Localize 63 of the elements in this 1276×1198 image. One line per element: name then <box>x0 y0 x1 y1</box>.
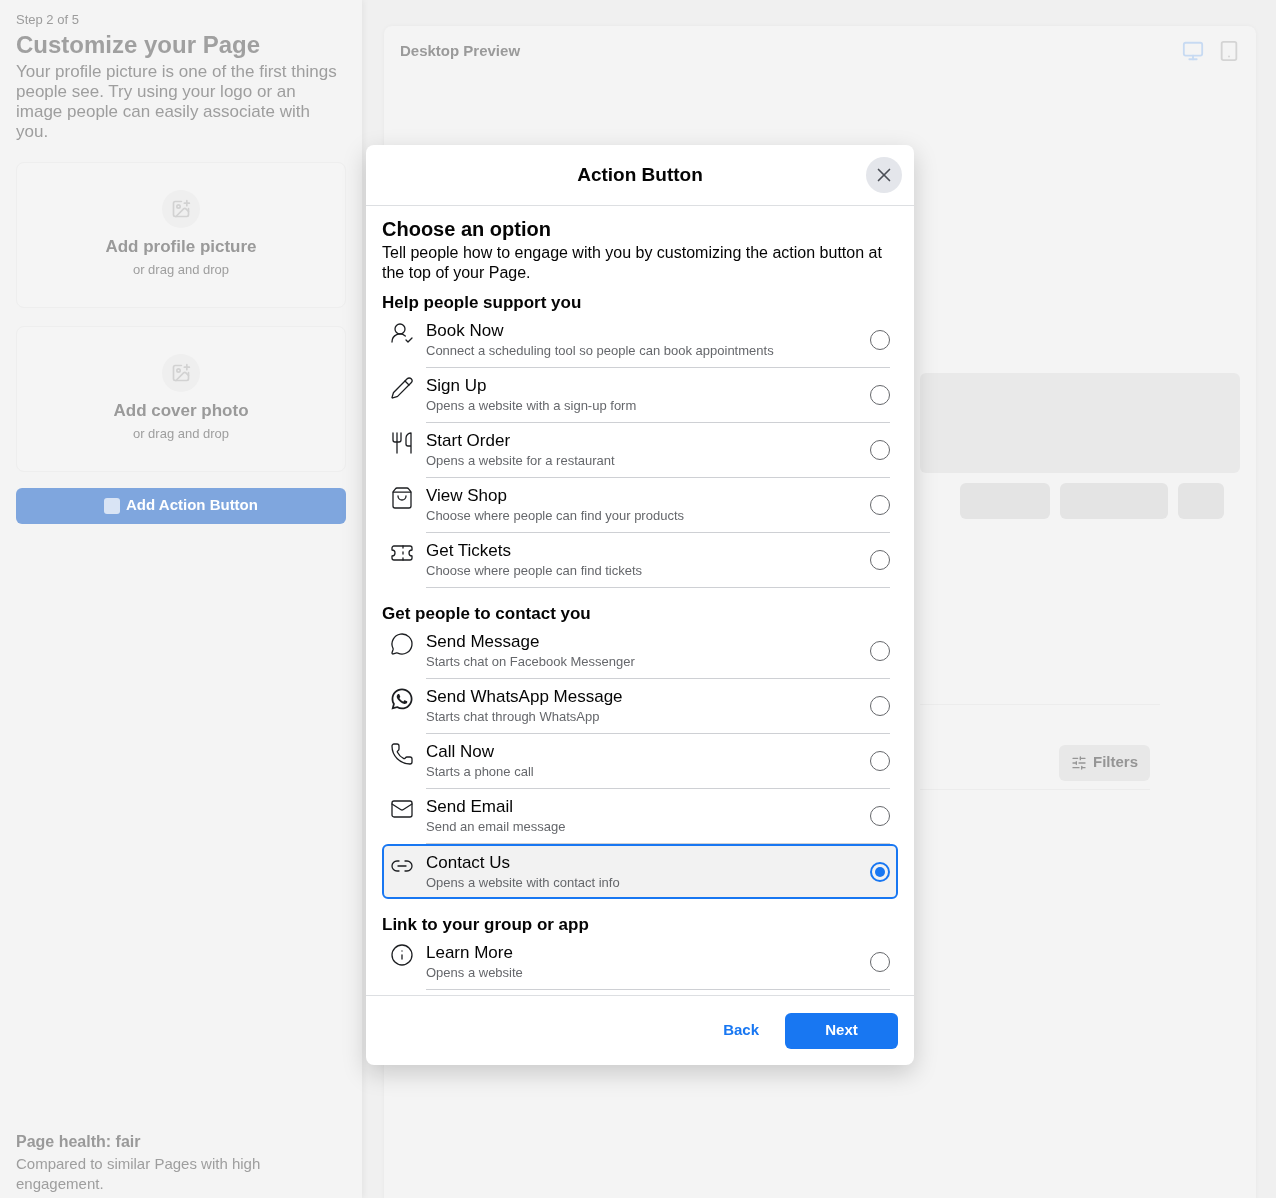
add-image-icon <box>162 190 200 228</box>
next-button[interactable]: Next <box>785 1012 898 1049</box>
option-title: Send Message <box>426 631 541 653</box>
option-row[interactable]: Send WhatsApp Message Starts chat through WhatsApp <box>382 679 898 734</box>
option-title: View Shop <box>426 485 508 507</box>
option-title: Learn More <box>426 942 514 964</box>
option-row[interactable]: Sign Up Opens a website with a sign-up form <box>382 368 898 423</box>
option-subtitle: Send an email message <box>426 818 567 836</box>
option-subtitle: Choose where people can find tickets <box>426 562 644 580</box>
option-title: Send Email <box>426 796 514 818</box>
fork-knife-icon <box>390 431 414 455</box>
option-subtitle: Opens a website with a sign-up form <box>426 397 638 415</box>
envelope-icon <box>390 797 414 821</box>
phone-icon <box>390 742 414 766</box>
option-row[interactable]: View Shop Choose where people can find your products <box>382 478 898 533</box>
info-icon <box>390 943 414 967</box>
option-title: Book Now <box>426 320 505 342</box>
upload-label: Add profile picture <box>105 236 257 258</box>
section-title: Get people to contact you <box>382 604 592 624</box>
close-button[interactable] <box>866 157 902 193</box>
option-row[interactable]: Send Message Starts chat on Facebook Messenger <box>382 624 898 679</box>
dialog-title: Action Button <box>577 162 703 187</box>
option-title: Sign Up <box>426 375 488 397</box>
option-row[interactable]: Start Order Opens a website for a restaurant <box>382 423 898 478</box>
section-title: Help people support you <box>382 293 583 313</box>
upload-hint: or drag and drop <box>132 424 230 443</box>
option-title: Contact Us <box>426 851 512 874</box>
chat-bubble-icon <box>390 632 414 656</box>
step-label: Step 2 of 5 <box>16 11 80 29</box>
option-title: Call Now <box>426 741 496 763</box>
radio-button[interactable] <box>870 861 890 882</box>
option-subtitle: Starts chat on Facebook Messenger <box>426 653 636 671</box>
whatsapp-icon <box>390 687 414 711</box>
health-description: Compared to similar Pages with high engagement. <box>16 1154 262 1194</box>
option-title: Start Order <box>426 430 512 452</box>
option-subtitle: Choose where people can find your products <box>426 507 685 525</box>
option-title: Send WhatsApp Message <box>426 686 624 708</box>
upload-hint: or drag and drop <box>132 260 230 279</box>
option-title: Get Tickets <box>426 540 513 562</box>
sliders-icon <box>1071 754 1087 771</box>
description-text: Your profile picture is one of the first things people see. Try using your logo or an image people can easily associate with you. <box>16 61 338 142</box>
option-row[interactable]: Get Tickets Choose where people can find tickets <box>382 533 898 588</box>
option-subtitle: Starts chat through WhatsApp <box>426 708 601 726</box>
option-subtitle: Connect a scheduling tool so people can book appointments <box>426 342 775 360</box>
preview-title: Desktop Preview <box>400 41 521 61</box>
add-image-icon <box>162 354 200 392</box>
section-title: Link to your group or app <box>382 915 590 935</box>
dialog-description: Tell people how to engage with you by customizing the action button at the top of your Page. <box>382 243 883 283</box>
page-title: Customize your Page <box>16 29 262 60</box>
shopping-bag-icon <box>390 486 414 510</box>
option-row[interactable]: Call Now Starts a phone call <box>382 734 898 789</box>
health-title: Page health: fair <box>16 1132 142 1152</box>
option-subtitle: Starts a phone call <box>426 763 535 781</box>
option-subtitle: Opens a website <box>426 964 524 982</box>
option-row[interactable]: Book Now Connect a scheduling tool so people can book appointments <box>382 313 898 368</box>
option-row[interactable]: Contact Us Opens a website with contact info <box>382 844 898 899</box>
option-row[interactable]: Learn More Opens a website <box>382 935 898 990</box>
dialog-heading: Choose an option <box>382 217 552 241</box>
option-subtitle: Opens a website with contact info <box>426 873 621 892</box>
pencil-icon <box>390 376 414 400</box>
upload-label: Add cover photo <box>113 400 249 422</box>
option-subtitle: Opens a website for a restaurant <box>426 452 616 470</box>
back-button[interactable]: Back <box>721 1019 761 1042</box>
